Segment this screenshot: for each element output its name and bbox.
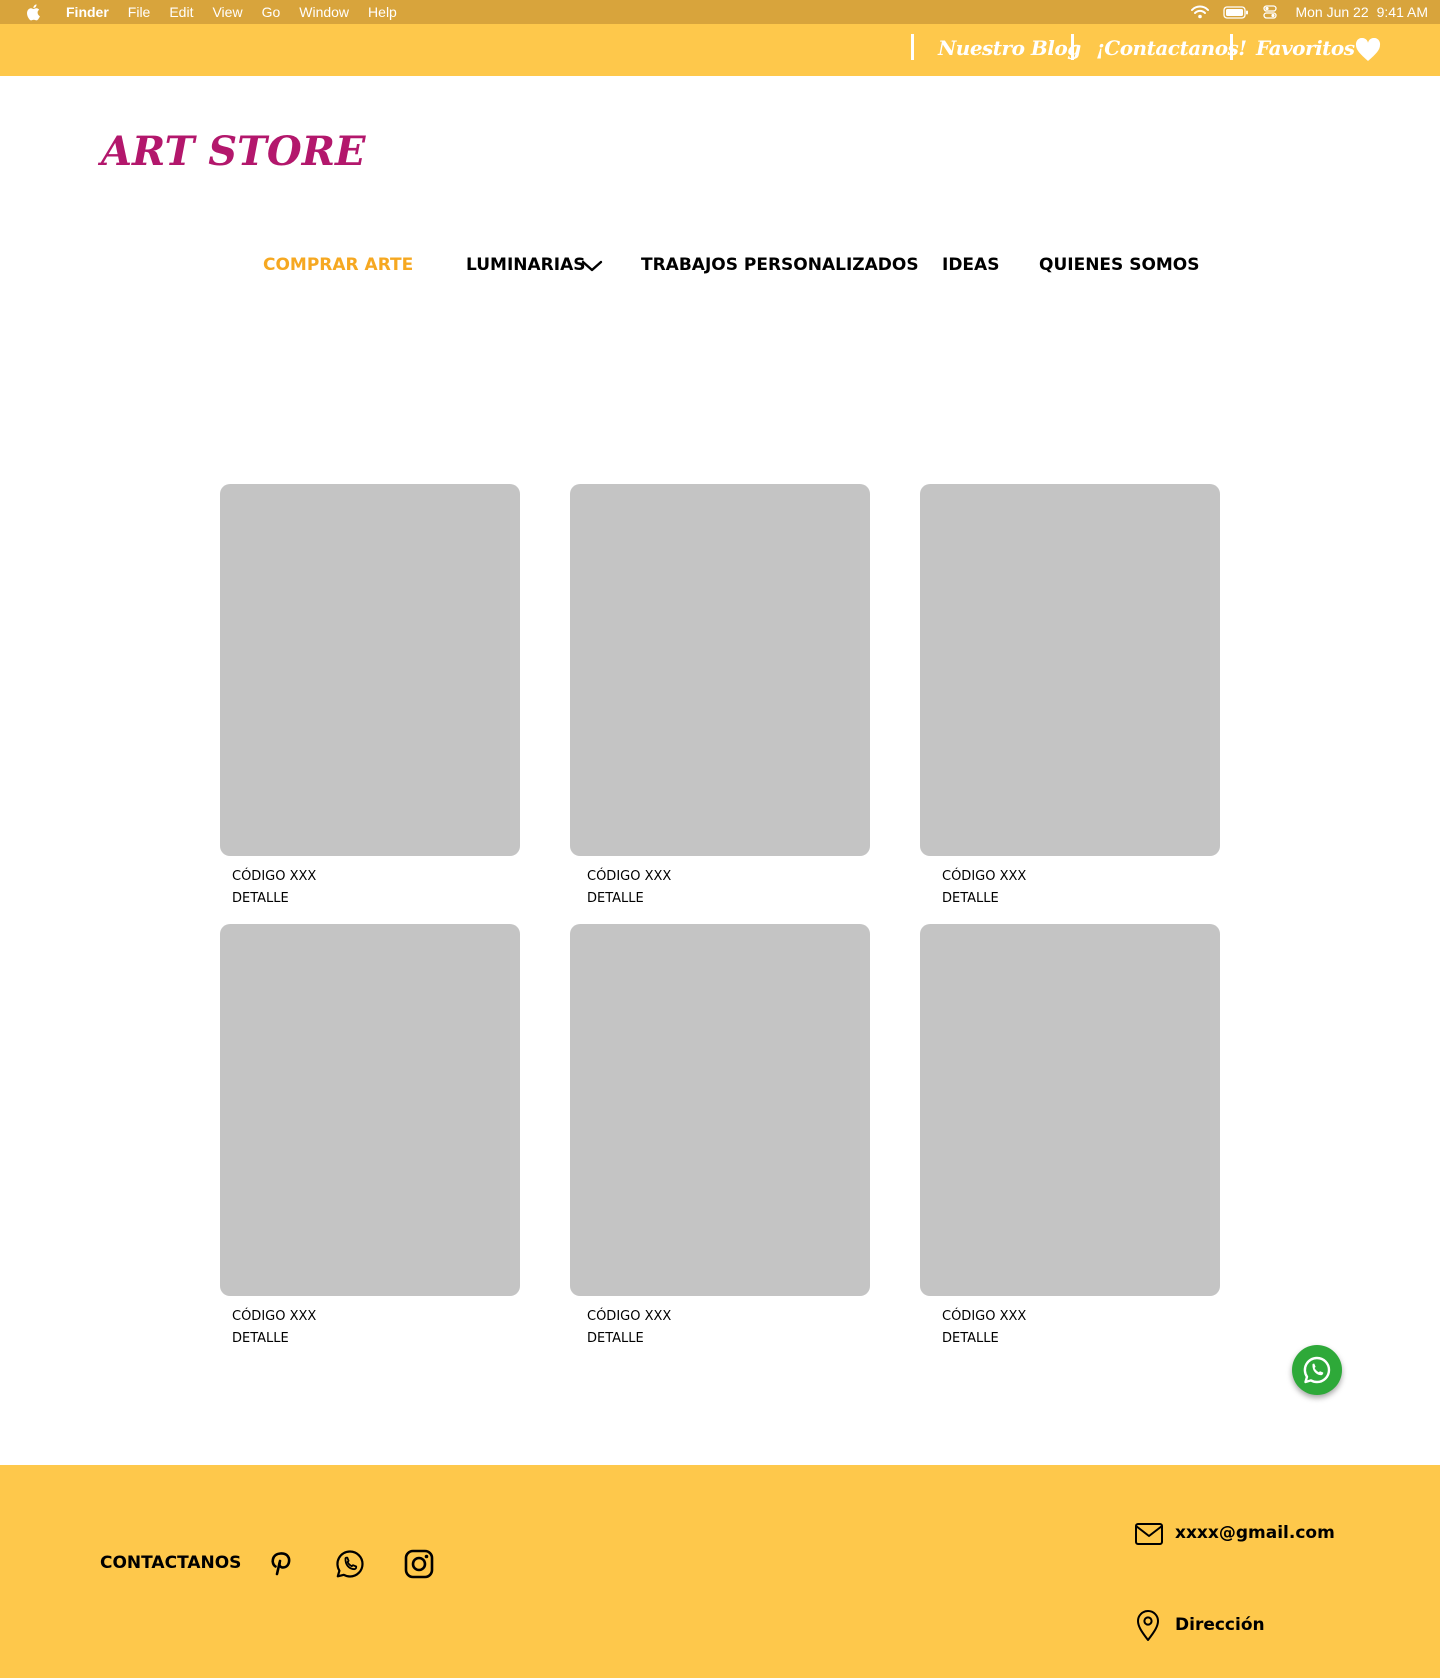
product-caption: CÓDIGO XXX DETALLE xyxy=(587,866,671,910)
whatsapp-icon[interactable] xyxy=(333,1547,367,1581)
nav-comprar-arte[interactable]: COMPRAR ARTE xyxy=(263,255,413,275)
footer-address[interactable]: Dirección xyxy=(1175,1615,1265,1635)
favorites-link[interactable]: Favoritos xyxy=(1256,36,1355,60)
product-caption: CÓDIGO XXX DETALLE xyxy=(232,1306,316,1350)
product-detail[interactable]: DETALLE xyxy=(587,1328,671,1350)
top-utility-bar: Nuestro Blog ¡Contactanos! Favoritos xyxy=(0,24,1440,76)
menu-go[interactable]: Go xyxy=(262,4,281,20)
footer-email[interactable]: xxxx@gmail.com xyxy=(1175,1523,1335,1543)
menubar-time[interactable]: 9:41 AM xyxy=(1377,4,1428,20)
product-image-placeholder[interactable] xyxy=(570,484,870,856)
menu-help[interactable]: Help xyxy=(368,4,397,20)
product-detail[interactable]: DETALLE xyxy=(942,1328,1026,1350)
product-image-placeholder[interactable] xyxy=(220,484,520,856)
whatsapp-icon xyxy=(1303,1356,1331,1384)
macos-menu-bar: Finder File Edit View Go Window Help Mon… xyxy=(0,0,1440,24)
apple-icon[interactable] xyxy=(26,3,42,21)
menubar-date[interactable]: Mon Jun 22 xyxy=(1295,4,1368,20)
nav-ideas[interactable]: IDEAS xyxy=(942,255,999,275)
product-detail[interactable]: DETALLE xyxy=(587,888,671,910)
chevron-down-icon[interactable] xyxy=(581,260,603,273)
instagram-icon[interactable] xyxy=(402,1547,436,1581)
menu-window[interactable]: Window xyxy=(299,4,349,20)
product-code: CÓDIGO XXX xyxy=(942,1309,1027,1324)
site-footer: CONTACTANOS xxxx@gmail.com Dirección xyxy=(0,1465,1440,1678)
blog-link[interactable]: Nuestro Blog xyxy=(938,36,1081,60)
heart-icon[interactable] xyxy=(1355,38,1381,62)
wifi-icon[interactable] xyxy=(1191,5,1210,19)
product-code: CÓDIGO XXX xyxy=(587,869,672,884)
mail-icon xyxy=(1135,1523,1163,1545)
product-caption: CÓDIGO XXX DETALLE xyxy=(942,1306,1026,1350)
contact-link[interactable]: ¡Contactanos! xyxy=(1096,36,1247,60)
product-detail[interactable]: DETALLE xyxy=(232,888,316,910)
menu-edit[interactable]: Edit xyxy=(169,4,193,20)
footer-contact-title: CONTACTANOS xyxy=(100,1553,242,1573)
product-code: CÓDIGO XXX xyxy=(942,869,1027,884)
nav-luminarias[interactable]: LUMINARIAS xyxy=(466,255,585,275)
pinterest-icon[interactable] xyxy=(263,1547,297,1581)
product-image-placeholder[interactable] xyxy=(920,484,1220,856)
control-center-icon[interactable] xyxy=(1263,5,1278,19)
whatsapp-float-button[interactable] xyxy=(1292,1345,1342,1395)
menu-view[interactable]: View xyxy=(212,4,242,20)
divider xyxy=(1071,34,1074,60)
divider xyxy=(911,34,914,60)
product-image-placeholder[interactable] xyxy=(220,924,520,1296)
divider xyxy=(1230,34,1233,60)
product-caption: CÓDIGO XXX DETALLE xyxy=(587,1306,671,1350)
menu-app-name[interactable]: Finder xyxy=(66,4,109,20)
nav-trabajos-personalizados[interactable]: TRABAJOS PERSONALIZADOS xyxy=(641,255,919,275)
product-detail[interactable]: DETALLE xyxy=(942,888,1026,910)
product-code: CÓDIGO XXX xyxy=(232,869,317,884)
nav-quienes-somos[interactable]: QUIENES SOMOS xyxy=(1039,255,1200,275)
menu-file[interactable]: File xyxy=(128,4,151,20)
site-logo[interactable]: ART STORE xyxy=(101,128,366,175)
product-image-placeholder[interactable] xyxy=(920,924,1220,1296)
product-caption: CÓDIGO XXX DETALLE xyxy=(232,866,316,910)
product-code: CÓDIGO XXX xyxy=(587,1309,672,1324)
product-image-placeholder[interactable] xyxy=(570,924,870,1296)
product-code: CÓDIGO XXX xyxy=(232,1309,317,1324)
product-caption: CÓDIGO XXX DETALLE xyxy=(942,866,1026,910)
location-pin-icon xyxy=(1137,1610,1159,1641)
product-detail[interactable]: DETALLE xyxy=(232,1328,316,1350)
battery-icon[interactable] xyxy=(1223,5,1249,19)
